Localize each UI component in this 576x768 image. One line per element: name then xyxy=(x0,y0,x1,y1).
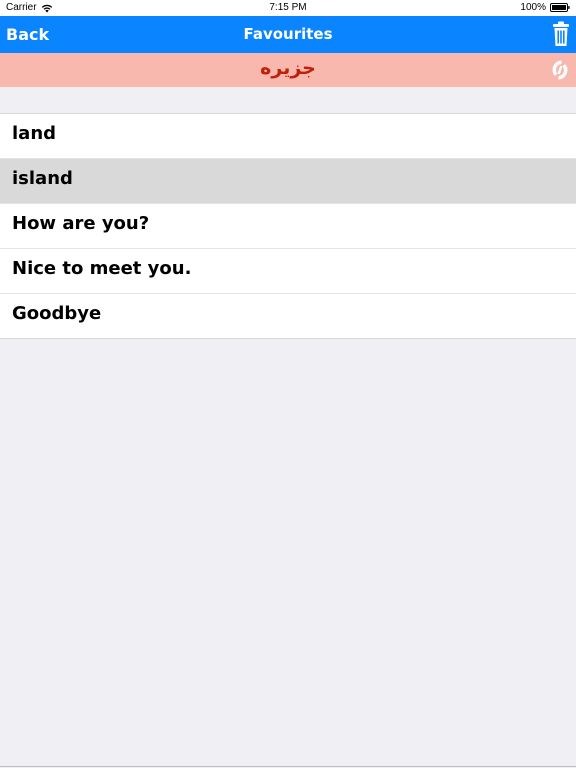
nav-bar: Back Favourites xyxy=(0,16,576,53)
status-bar: Carrier 7:15 PM 100% xyxy=(0,0,576,16)
favourites-list: land island How are you? Nice to meet you. G… xyxy=(0,113,576,339)
translation-bar: جزيره xyxy=(0,53,576,87)
bottom-divider xyxy=(0,766,576,767)
trash-icon xyxy=(553,21,569,46)
translation-text: جزيره xyxy=(260,57,316,79)
battery-icon xyxy=(550,3,570,12)
list-item[interactable]: Goodbye xyxy=(0,294,576,338)
list-item[interactable]: Nice to meet you. xyxy=(0,249,576,294)
list-item-label: island xyxy=(12,168,73,189)
battery-percent: 100% xyxy=(520,2,546,13)
list-item-label: land xyxy=(12,123,57,144)
status-battery: 100% xyxy=(520,2,570,13)
list-item[interactable]: island xyxy=(0,159,576,204)
list-item-label: How are you? xyxy=(12,213,150,234)
list-item[interactable]: How are you? xyxy=(0,204,576,249)
share-button[interactable] xyxy=(548,58,572,82)
share-icon xyxy=(552,60,568,80)
list-item[interactable]: land xyxy=(0,114,576,159)
status-time: 7:15 PM xyxy=(269,2,307,13)
list-item-label: Goodbye xyxy=(12,303,102,324)
list-item-label: Nice to meet you. xyxy=(12,258,192,279)
page-title: Favourites xyxy=(243,25,333,43)
delete-button[interactable] xyxy=(552,21,570,47)
